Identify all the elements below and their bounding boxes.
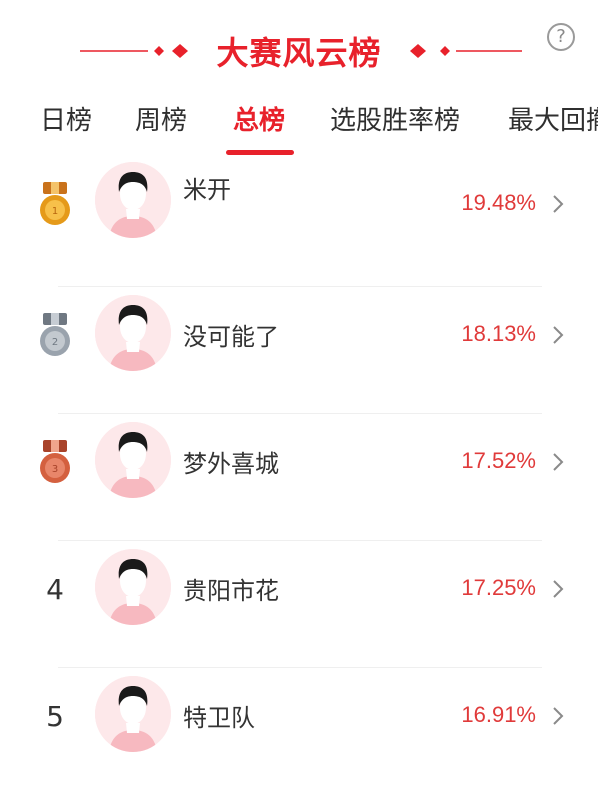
right-diamond-decoration bbox=[410, 44, 522, 58]
return-value: 17.52% bbox=[461, 448, 536, 473]
tab-daily[interactable]: 日榜 bbox=[40, 100, 92, 137]
active-tab-indicator bbox=[226, 150, 294, 155]
ranking-tabs: 日榜 周榜 总榜 选股胜率榜 最大回撤 bbox=[0, 92, 598, 160]
user-name: 特卫队 bbox=[183, 704, 255, 732]
tab-stock-win-rate[interactable]: 选股胜率榜 bbox=[330, 100, 460, 137]
header: 大赛风云榜 ? bbox=[0, 0, 598, 92]
tab-max-drawdown[interactable]: 最大回撤 bbox=[508, 100, 598, 137]
silver-medal-icon: 2 bbox=[40, 313, 70, 356]
svg-text:2: 2 bbox=[52, 337, 58, 348]
gold-medal-icon: 1 bbox=[40, 182, 70, 225]
rank-number: 5 bbox=[46, 700, 64, 733]
svg-text:3: 3 bbox=[52, 464, 58, 475]
avatar bbox=[95, 676, 171, 752]
return-value: 17.25% bbox=[461, 575, 536, 600]
user-name: 没可能了 bbox=[183, 323, 279, 351]
user-name: 梦外喜城 bbox=[183, 450, 279, 478]
bronze-medal-icon: 3 bbox=[40, 440, 70, 483]
tab-weekly[interactable]: 周榜 bbox=[135, 100, 187, 137]
ranking-row[interactable]: 1 米开 19.48% bbox=[0, 160, 598, 287]
avatar bbox=[95, 295, 171, 371]
chevron-right-icon[interactable] bbox=[550, 451, 566, 473]
question-circle-icon[interactable]: ? bbox=[547, 23, 575, 51]
avatar bbox=[95, 162, 171, 238]
user-name: 贵阳市花 bbox=[183, 577, 279, 605]
avatar bbox=[95, 549, 171, 625]
ranking-row[interactable]: 2 没可能了 18.13% bbox=[0, 287, 598, 414]
return-value: 19.48% bbox=[461, 190, 536, 215]
ranking-row[interactable]: 3 梦外喜城 17.52% bbox=[0, 414, 598, 541]
tab-overall[interactable]: 总榜 bbox=[233, 100, 285, 137]
avatar bbox=[95, 422, 171, 498]
rank-number: 4 bbox=[46, 573, 64, 606]
return-value: 16.91% bbox=[461, 702, 536, 727]
ranking-row[interactable]: 4 贵阳市花 17.25% bbox=[0, 541, 598, 668]
chevron-right-icon[interactable] bbox=[550, 578, 566, 600]
chevron-right-icon[interactable] bbox=[550, 193, 566, 215]
ranking-row[interactable]: 5 特卫队 16.91% bbox=[0, 668, 598, 795]
user-name: 米开 bbox=[183, 176, 231, 204]
chevron-right-icon[interactable] bbox=[550, 705, 566, 727]
chevron-right-icon[interactable] bbox=[550, 324, 566, 346]
return-value: 18.13% bbox=[461, 321, 536, 346]
svg-text:1: 1 bbox=[52, 206, 58, 217]
